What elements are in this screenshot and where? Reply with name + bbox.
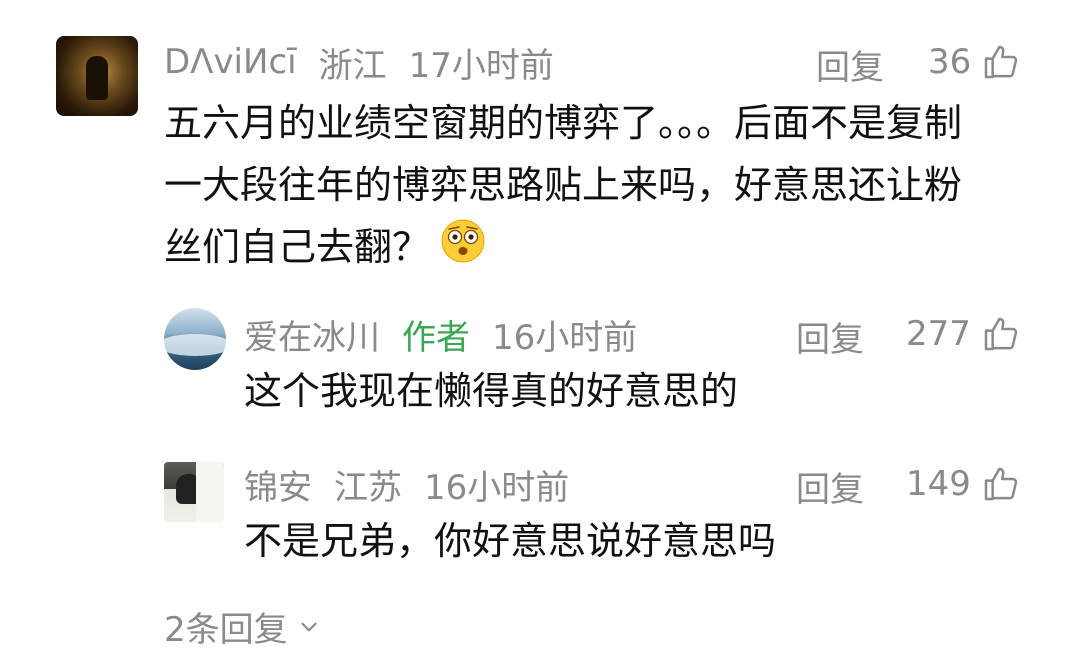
- chevron-down-icon: [301, 622, 317, 631]
- more-replies-link[interactable]: 2条回复: [164, 602, 322, 651]
- like-count: 277: [906, 314, 971, 354]
- more-replies-label: 2条回复: [164, 610, 288, 650]
- reply-header: 爱在冰川 作者 16小时前: [244, 310, 638, 359]
- reply-button[interactable]: 回复: [796, 312, 864, 361]
- reply-body: 这个我现在懒得真的好意思的: [244, 369, 739, 413]
- author-badge: 作者: [402, 317, 470, 358]
- comment-body: 五六月的业绩空窗期的博弈了。。。后面不是复制 一大段往年的博弈思路贴上来吗，好意…: [164, 92, 1044, 282]
- location: 江苏: [334, 467, 402, 508]
- avatar-wave: [164, 334, 226, 356]
- timestamp: 17小时前: [408, 45, 554, 86]
- timestamp: 16小时前: [492, 317, 638, 358]
- avatar-box: [196, 462, 224, 522]
- thumbs-up-icon: [984, 317, 1018, 351]
- like-button[interactable]: 149: [906, 462, 1021, 506]
- username[interactable]: 爱在冰川: [244, 310, 380, 359]
- like-count: 36: [928, 42, 972, 82]
- astonished-face-emoji-icon: [440, 218, 486, 282]
- thumbs-up-icon: [985, 45, 1018, 79]
- thumbs-up-icon: [984, 467, 1018, 501]
- comment-line: 五六月的业绩空窗期的博弈了。。。后面不是复制: [164, 101, 963, 145]
- username[interactable]: DΛviИcī: [164, 42, 297, 82]
- comment-line-last: 丝们自己去翻？: [164, 216, 1044, 282]
- comment-line: 一大段往年的博弈思路贴上来吗，好意思还让粉: [164, 163, 963, 207]
- reply-button[interactable]: 回复: [816, 40, 884, 89]
- timestamp: 16小时前: [424, 467, 570, 508]
- avatar[interactable]: [56, 36, 138, 116]
- like-count: 149: [906, 464, 971, 504]
- comment-line-text: 丝们自己去翻？: [164, 225, 431, 269]
- username[interactable]: 锦安: [244, 460, 312, 509]
- avatar-figure: [86, 56, 108, 100]
- reply-header: 锦安 江苏 16小时前: [244, 460, 570, 509]
- reply-button[interactable]: 回复: [796, 462, 864, 511]
- location: 浙江: [318, 45, 387, 86]
- avatar[interactable]: [164, 462, 224, 522]
- like-button[interactable]: 36: [928, 40, 1021, 84]
- comment-header: DΛviИcī 浙江 17小时前: [164, 40, 554, 86]
- reply-body: 不是兄弟，你好意思说好意思吗: [244, 519, 777, 563]
- avatar[interactable]: [164, 308, 226, 370]
- like-button[interactable]: 277: [906, 312, 1021, 356]
